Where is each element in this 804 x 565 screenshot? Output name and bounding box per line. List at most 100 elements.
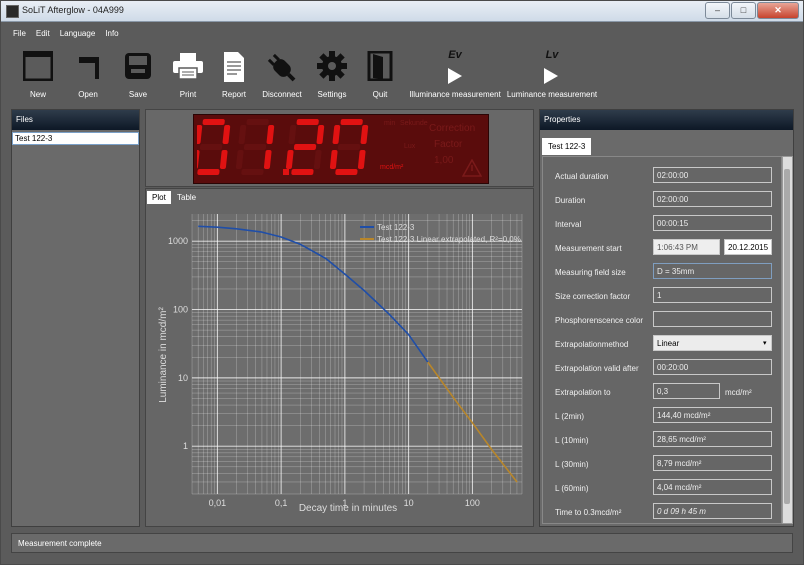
x-tick-label: 0,01 (209, 498, 227, 508)
property-value-field[interactable]: 4,04 mcd/m² (653, 479, 772, 495)
segment (332, 125, 341, 144)
properties-header: Properties (540, 110, 793, 130)
settings-button[interactable]: Settings (309, 47, 355, 101)
file-item[interactable]: Test 122-3 (12, 132, 139, 145)
property-value-field[interactable]: 144,40 mcd/m² (653, 407, 772, 423)
property-row: L (2min) 144,40 mcd/m² (543, 405, 781, 429)
segment (243, 144, 267, 150)
property-label: L (60min) (555, 484, 589, 493)
disconnect-button[interactable]: Disconnect (259, 47, 305, 101)
property-value-field[interactable] (653, 311, 772, 327)
property-label: Interval (555, 220, 582, 229)
properties-scrollbar[interactable] (782, 156, 793, 524)
property-value-field[interactable]: 02:00:00 (653, 191, 772, 207)
segment (202, 119, 225, 125)
property-value-field[interactable]: 1 (653, 287, 772, 303)
property-value-field[interactable]: D = 35mm (653, 263, 772, 279)
property-label: Actual duration (555, 172, 609, 181)
luminance-chart: 0,01 0,1 1 10 100 1101001000 Decay time in m… (148, 205, 530, 523)
segment (238, 125, 247, 144)
close-button[interactable]: ✕ (757, 2, 799, 19)
segment (340, 119, 363, 125)
property-value-field[interactable]: Linear (653, 335, 772, 351)
segment (285, 150, 294, 169)
lcd-panel: min Sekunde Lux mcd/m² Correction Factor… (191, 114, 489, 184)
property-value-field[interactable]: 1:06:43 PM (653, 239, 720, 255)
factor-label: Factor (434, 139, 463, 150)
property-row: Time to 0.3mcd/m² 0 d 09 h 45 m (543, 501, 781, 525)
segment (360, 125, 369, 144)
maximize-button[interactable]: □ (731, 2, 756, 19)
lv-symbol: Lv (545, 49, 559, 61)
property-row: L (60min) 4,04 mcd/m² (543, 477, 781, 501)
menu-file[interactable]: File (13, 29, 26, 43)
plug-icon (267, 53, 296, 82)
segment (263, 150, 272, 169)
toolbar: New Open Save Print Report Disconnect Se… (15, 47, 795, 102)
segment (291, 169, 314, 175)
x-axis-label: Decay time in minutes (299, 503, 397, 514)
title-bar: SoLiT Afterglow - 04A999 – □ ✕ (1, 1, 803, 22)
property-label: L (30min) (555, 460, 589, 469)
digit (285, 119, 325, 175)
segment (357, 150, 366, 169)
settings-label: Settings (317, 90, 347, 99)
menu-language[interactable]: Language (60, 29, 96, 43)
illuminance-measurement-button[interactable]: Ev Illuminance measurement (407, 47, 503, 101)
digit (191, 119, 231, 175)
property-value-field[interactable]: 28,65 mcd/m² (653, 431, 772, 447)
property-value-field[interactable]: 8,79 mcd/m² (653, 455, 772, 471)
chevron-down-icon[interactable]: ▾ (763, 339, 767, 347)
new-label: New (29, 90, 46, 99)
y-tick-label: 1 (183, 441, 188, 451)
property-label: L (10min) (555, 436, 589, 445)
new-button[interactable]: New (15, 47, 61, 101)
app-window: SoLiT Afterglow - 04A999 – □ ✕ File Edit… (0, 0, 804, 565)
unit-sekunde: Sekunde (400, 120, 428, 127)
minimize-button[interactable]: – (705, 2, 730, 19)
property-label: Extrapolationmethod (555, 340, 629, 349)
x-tick-label: 100 (465, 498, 480, 508)
property-value-field[interactable]: 0,3 (653, 383, 720, 399)
property-value-field[interactable]: 00:20:00 (653, 359, 772, 375)
properties-list: Actual duration 02:00:00 Duration 02:00:00 I… (542, 156, 782, 524)
luminance-measurement-button[interactable]: Lv Luminance measurement (505, 47, 599, 101)
correction-label: Correction (429, 123, 476, 134)
gear-icon (317, 51, 347, 81)
report-button[interactable]: Report (213, 47, 255, 101)
digit (235, 119, 275, 175)
property-label: Time to 0.3mcd/m² (555, 508, 622, 517)
save-button[interactable]: Save (115, 47, 161, 101)
measurement-display: min Sekunde Lux mcd/m² Correction Factor… (145, 109, 534, 187)
measurement-start-date-field[interactable]: 20.12.2015 (724, 239, 772, 255)
save-label: Save (128, 90, 148, 99)
print-button[interactable]: Print (165, 47, 211, 101)
open-button[interactable]: Open (65, 47, 111, 101)
tab-test-122-3[interactable]: Test 122-3 (542, 138, 592, 155)
play-icon (544, 68, 558, 84)
menu-info[interactable]: Info (105, 29, 118, 43)
property-label: Extrapolation valid after (555, 364, 639, 373)
property-row: L (10min) 28,65 mcd/m² (543, 429, 781, 453)
menu-edit[interactable]: Edit (36, 29, 50, 43)
property-label: Measuring field size (555, 268, 626, 277)
scroll-thumb[interactable] (784, 169, 790, 504)
property-row: Extrapolation to 0,3 mcd/m² (543, 381, 781, 405)
tab-plot[interactable]: Plot (147, 191, 171, 204)
warning-icon (462, 159, 482, 177)
property-value-field[interactable]: 0 d 09 h 45 m (653, 503, 772, 519)
property-label: Duration (555, 196, 586, 205)
segment (288, 125, 297, 144)
segment (246, 119, 269, 125)
property-value-field[interactable]: 00:00:15 (653, 215, 772, 231)
quit-button[interactable]: Quit (359, 47, 401, 101)
segment (316, 125, 325, 144)
x-tick-label: 10 (404, 498, 414, 508)
tab-table[interactable]: Table (172, 191, 201, 204)
disconnect-label: Disconnect (262, 90, 302, 99)
y-tick-label: 100 (173, 305, 188, 315)
property-value-field[interactable]: 02:00:00 (653, 167, 772, 183)
property-row: Measuring field size D = 35mm (543, 261, 781, 285)
segment (219, 150, 228, 169)
property-row: Extrapolation valid after 00:20:00 (543, 357, 781, 381)
